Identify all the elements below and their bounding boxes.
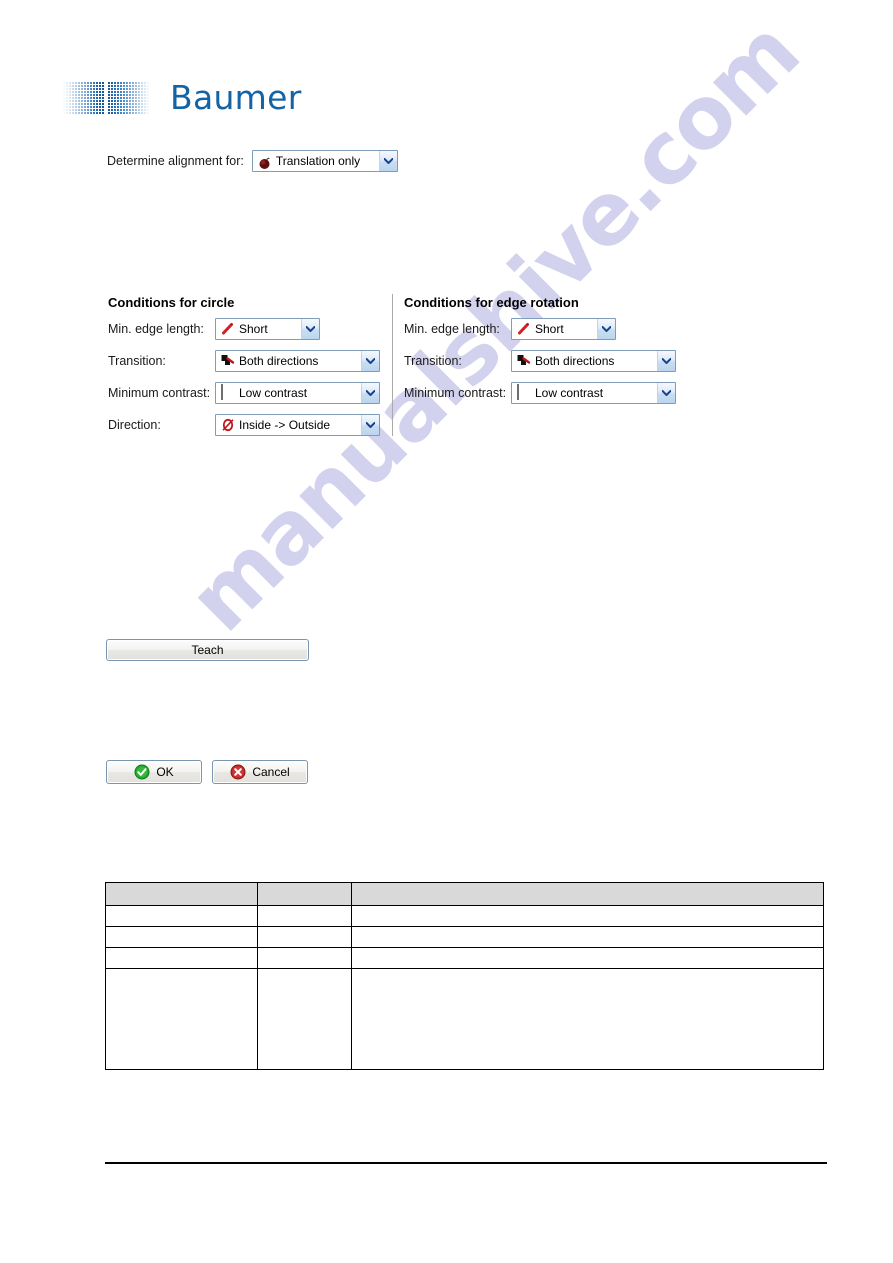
table-cell	[351, 968, 824, 1070]
rotation-transition-label: Transition:	[404, 354, 462, 368]
footer-divider	[105, 1162, 827, 1164]
circle-edge-length-dropdown[interactable]: Short	[215, 318, 320, 340]
circle-contrast-label: Minimum contrast:	[108, 386, 211, 400]
document-page: manualshive.com Baumer Determine alignme…	[0, 0, 893, 1263]
rotation-contrast-value: Low contrast	[535, 386, 604, 400]
circle-direction-value: Inside -> Outside	[239, 418, 331, 432]
chevron-down-icon[interactable]	[361, 351, 379, 371]
table-cell	[257, 905, 352, 927]
chevron-down-icon[interactable]	[301, 319, 319, 339]
logo-mark-icon	[62, 81, 150, 115]
alignment-dropdown[interactable]: Translation only	[251, 150, 398, 172]
ok-button-label: OK	[156, 765, 174, 779]
cancel-close-icon	[230, 764, 246, 780]
alignment-value: Translation only	[275, 154, 361, 168]
circle-transition-row: Transition: Both directions	[108, 350, 380, 372]
teach-button[interactable]: Teach	[106, 639, 309, 661]
logo-block-left	[62, 81, 104, 115]
panel-divider	[392, 294, 393, 436]
table-cell	[105, 968, 258, 1070]
circle-group-title: Conditions for circle	[108, 295, 235, 310]
table-header-cell-1	[105, 882, 258, 906]
edge-length-icon	[516, 321, 532, 337]
transition-icon	[220, 353, 236, 369]
table-cell	[257, 926, 352, 948]
chevron-down-icon[interactable]	[657, 383, 675, 403]
logo-block-right	[107, 81, 150, 115]
table-header-cell-3	[351, 882, 824, 906]
rotation-contrast-row: Minimum contrast: Low contrast	[404, 382, 676, 404]
circle-transition-dropdown[interactable]: Both directions	[215, 350, 380, 372]
chevron-down-icon[interactable]	[378, 151, 397, 171]
rotation-edge-length-dropdown[interactable]: Short	[511, 318, 616, 340]
rotation-transition-row: Transition: Both directions	[404, 350, 676, 372]
circle-transition-label: Transition:	[108, 354, 166, 368]
rotation-edge-length-row: Min. edge length: Short	[404, 318, 616, 340]
table-row	[105, 968, 824, 1070]
table-row	[105, 926, 824, 948]
alignment-label: Determine alignment for:	[107, 154, 244, 168]
rotation-transition-value: Both directions	[535, 354, 615, 368]
chevron-down-icon[interactable]	[597, 319, 615, 339]
alignment-row: Determine alignment for: Translation onl…	[107, 150, 398, 172]
table-cell	[105, 905, 258, 927]
circle-transition-value: Both directions	[239, 354, 319, 368]
table-cell	[105, 926, 258, 948]
edge-length-icon	[220, 321, 236, 337]
transition-icon	[516, 353, 532, 369]
table-cell	[351, 926, 824, 948]
rotation-edge-length-value: Short	[535, 322, 564, 336]
table-cell	[257, 968, 352, 1070]
circle-edge-length-row: Min. edge length: Short	[108, 318, 320, 340]
chevron-down-icon[interactable]	[657, 351, 675, 371]
chevron-down-icon[interactable]	[361, 415, 379, 435]
table-row	[105, 905, 824, 927]
rotation-edge-length-label: Min. edge length:	[404, 322, 500, 336]
table-cell	[351, 947, 824, 969]
ok-button[interactable]: OK	[106, 760, 202, 784]
logo-wordmark: Baumer	[170, 78, 302, 117]
table-cell	[257, 947, 352, 969]
table-cell	[105, 947, 258, 969]
rotation-transition-dropdown[interactable]: Both directions	[511, 350, 676, 372]
cancel-button[interactable]: Cancel	[212, 760, 308, 784]
baumer-logo: Baumer	[62, 76, 302, 120]
chevron-down-icon[interactable]	[361, 383, 379, 403]
circle-edge-length-label: Min. edge length:	[108, 322, 204, 336]
contrast-icon	[220, 384, 236, 401]
circle-contrast-value: Low contrast	[239, 386, 308, 400]
cancel-button-label: Cancel	[252, 765, 290, 779]
table-row	[105, 947, 824, 969]
rotation-contrast-dropdown[interactable]: Low contrast	[511, 382, 676, 404]
translation-icon	[257, 155, 273, 169]
circle-edge-length-value: Short	[239, 322, 268, 336]
ok-check-icon	[134, 764, 150, 780]
circle-direction-dropdown[interactable]: Inside -> Outside	[215, 414, 380, 436]
circle-contrast-dropdown[interactable]: Low contrast	[215, 382, 380, 404]
teach-button-label: Teach	[191, 643, 224, 657]
circle-contrast-row: Minimum contrast: Low contrast	[108, 382, 380, 404]
circle-direction-row: Direction: Inside -> Outside	[108, 414, 380, 436]
parameters-table	[105, 882, 824, 1070]
rotation-contrast-label: Minimum contrast:	[404, 386, 507, 400]
contrast-icon	[516, 384, 532, 401]
direction-icon	[220, 417, 236, 433]
table-cell	[351, 905, 824, 927]
edge-rotation-group-title: Conditions for edge rotation	[404, 295, 579, 310]
circle-direction-label: Direction:	[108, 418, 161, 432]
table-header-cell-2	[257, 882, 352, 906]
table-header-row	[105, 882, 824, 906]
